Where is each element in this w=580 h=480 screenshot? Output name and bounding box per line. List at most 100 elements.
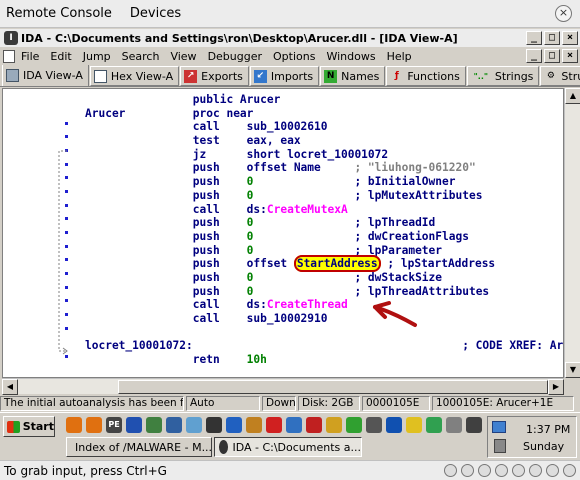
tab-exports[interactable]: ↗ Exports — [180, 66, 249, 86]
shared-folder-icon[interactable] — [529, 464, 542, 477]
menu-remote-console[interactable]: Remote Console — [6, 6, 112, 21]
usb-icon[interactable] — [512, 464, 525, 477]
ida-icon: I — [4, 31, 18, 45]
code-line[interactable]: public Arucer — [85, 93, 563, 107]
floppy-icon[interactable] — [478, 464, 491, 477]
code-line[interactable]: push 0 ; lpMutexAttributes — [85, 189, 563, 203]
code-line[interactable]: retn 10h — [85, 353, 563, 367]
code-line[interactable]: push 0 ; dwStackSize — [85, 270, 563, 285]
maximize-button[interactable]: □ — [544, 31, 560, 45]
close-button[interactable]: × — [562, 31, 578, 45]
scroll-down-icon[interactable]: ▼ — [565, 362, 580, 378]
menu-help[interactable]: Help — [387, 50, 412, 63]
firefox-quicklaunch-icon[interactable] — [66, 417, 82, 433]
capture-icon[interactable] — [546, 464, 559, 477]
network-tray-icon[interactable] — [492, 421, 506, 433]
code-line[interactable]: locret_10001072: ; CODE XREF: Arucer+7↑j — [85, 339, 563, 353]
tab-structures[interactable]: ⚙ Structu — [540, 66, 580, 86]
notes-icon[interactable] — [406, 417, 422, 433]
menu-view[interactable]: View — [170, 50, 196, 63]
tab-ida-view-a[interactable]: IDA View-A — [2, 65, 89, 86]
network-adapter-icon[interactable] — [495, 464, 508, 477]
firefox-alt-icon[interactable] — [86, 417, 102, 433]
bug-icon[interactable] — [266, 417, 282, 433]
code-line[interactable]: call ds:CreateThread — [85, 298, 563, 312]
menu-devices[interactable]: Devices — [130, 6, 181, 21]
game-icon[interactable] — [426, 417, 442, 433]
menu-search[interactable]: Search — [122, 50, 160, 63]
close-icon[interactable]: × — [555, 5, 572, 22]
code-token: ; dwCreationFlags — [354, 229, 469, 243]
code-line[interactable]: push offset StartAddress ; lpStartAddres… — [85, 255, 563, 273]
more-icon[interactable] — [466, 417, 482, 433]
code-line[interactable]: push 0 ; lpThreadId — [85, 216, 563, 230]
code-line[interactable]: push 0 ; bInitialOwner — [85, 175, 563, 189]
child-close-button[interactable]: × — [562, 49, 578, 63]
filemon-icon[interactable] — [326, 417, 342, 433]
ida-view-icon — [6, 69, 19, 82]
code-line[interactable]: call sub_10002610 — [85, 120, 563, 134]
code-token: sub_10002910 — [246, 312, 328, 325]
scroll-left-icon[interactable]: ◀ — [2, 379, 18, 395]
tab-names[interactable]: N Names — [320, 66, 386, 86]
cdrom-icon[interactable] — [461, 464, 474, 477]
search-icon[interactable] — [366, 417, 382, 433]
code-token: ; "liuhong-061220" — [354, 161, 476, 175]
tcpview-icon[interactable] — [346, 417, 362, 433]
code-line[interactable]: Arucer proc near — [85, 106, 563, 121]
keyboard-icon[interactable] — [563, 464, 576, 477]
minimize-button[interactable]: _ — [526, 31, 542, 45]
monitor-icon[interactable] — [186, 417, 202, 433]
menu-edit[interactable]: Edit — [50, 50, 71, 63]
code-line[interactable]: call sub_10002910 — [85, 312, 563, 326]
code-line[interactable]: push offset Name ; "liuhong-061220" — [85, 161, 563, 175]
network-icon[interactable] — [126, 417, 142, 433]
code-token: Arucer — [85, 106, 193, 120]
menu-options[interactable]: Options — [273, 50, 315, 63]
child-restore-button[interactable]: □ — [544, 49, 560, 63]
menu-windows[interactable]: Windows — [326, 50, 375, 63]
code-token: call — [192, 202, 247, 216]
browser-icon[interactable] — [386, 417, 402, 433]
code-line[interactable]: push 0 ; dwCreationFlags — [85, 229, 563, 244]
code-line[interactable]: push 0 ; lpThreadAttributes — [85, 285, 563, 299]
task-firefox[interactable]: Index of /MALWARE - M... — [66, 437, 212, 457]
tab-functions[interactable]: ƒ Functions — [386, 66, 466, 86]
menu-jump[interactable]: Jump — [83, 50, 111, 63]
tab-imports[interactable]: ↙ Imports — [249, 66, 320, 86]
horizontal-scroll-thumb[interactable] — [118, 380, 548, 394]
hdd-icon[interactable] — [444, 464, 457, 477]
debugger-icon[interactable] — [206, 417, 222, 433]
disassembly-view[interactable]: public Arucer Arucer proc near call sub_1… — [2, 88, 564, 378]
tab-hex-view-a[interactable]: Hex View-A — [89, 66, 180, 86]
tab-strings[interactable]: ".." Strings — [466, 66, 540, 86]
settings-icon[interactable] — [446, 417, 462, 433]
regmon-icon[interactable] — [306, 417, 322, 433]
process-icon[interactable] — [286, 417, 302, 433]
code-token: public Arucer — [192, 93, 281, 106]
sysinternals-icon[interactable] — [226, 417, 242, 433]
code-line[interactable]: test eax, eax — [85, 134, 563, 148]
menu-debugger[interactable]: Debugger — [208, 50, 262, 63]
code-line[interactable] — [85, 326, 563, 340]
start-button[interactable]: Start — [3, 416, 55, 437]
scroll-right-icon[interactable]: ▶ — [548, 379, 564, 395]
clock[interactable]: 1:37 PM — [526, 423, 570, 436]
speaker-tray-icon[interactable] — [494, 439, 506, 453]
task-ida[interactable]: IDA - C:\Documents a... — [214, 437, 362, 457]
menu-file[interactable]: File — [21, 50, 39, 63]
child-minimize-button[interactable]: _ — [526, 49, 542, 63]
code-line[interactable]: call ds:CreateMutexA — [85, 202, 563, 217]
code-line[interactable]: jz short locret_10001072 — [85, 148, 563, 162]
horizontal-scrollbar[interactable]: ◀ ▶ — [2, 378, 564, 395]
wrench-icon[interactable] — [246, 417, 262, 433]
code-token: retn — [192, 353, 247, 367]
code-token: 0 — [246, 270, 355, 284]
console-icon[interactable]: PE — [106, 417, 122, 433]
scroll-up-icon[interactable]: ▲ — [565, 88, 580, 104]
tool-icon[interactable] — [146, 417, 162, 433]
vertical-scrollbar[interactable]: ▲ ▼ — [564, 88, 580, 378]
folder-icon[interactable] — [166, 417, 182, 433]
